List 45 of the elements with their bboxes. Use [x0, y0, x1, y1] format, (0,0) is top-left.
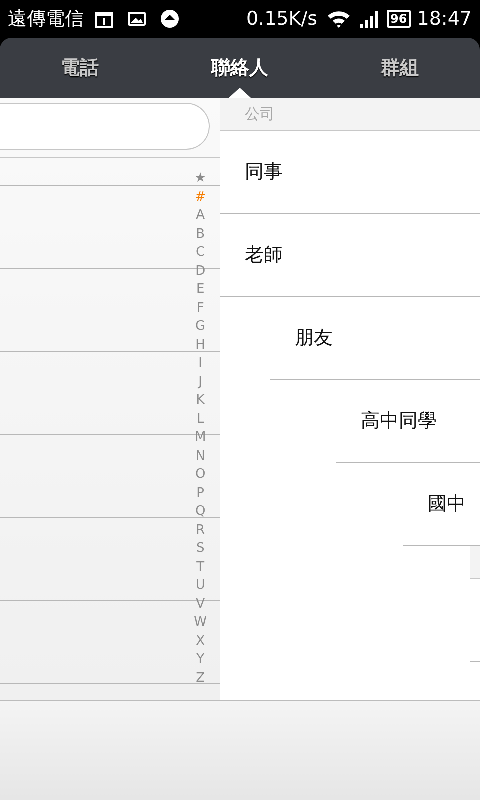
index-letter[interactable]: O — [195, 466, 206, 484]
index-letter[interactable]: N — [196, 448, 206, 466]
index-letter[interactable]: P — [196, 484, 204, 503]
calendar-icon — [94, 9, 114, 29]
index-letter[interactable]: J — [198, 374, 202, 392]
index-letter[interactable]: W — [194, 614, 207, 632]
index-letter[interactable]: Z — [196, 670, 206, 688]
index-letter[interactable]: T — [196, 558, 205, 577]
index-letter[interactable]: ★ — [194, 170, 206, 188]
index-letter[interactable]: L — [196, 410, 204, 429]
signal-icon — [358, 10, 379, 28]
index-letter[interactable]: R — [196, 522, 206, 540]
index-letter[interactable]: E — [196, 281, 205, 300]
group-name[interactable]: 同事 — [245, 158, 283, 186]
index-letter[interactable]: S — [196, 540, 205, 558]
index-letter[interactable]: H — [196, 336, 206, 355]
index-letter[interactable]: V — [196, 596, 206, 614]
index-letter[interactable]: A — [196, 207, 206, 226]
index-letter[interactable]: I — [198, 355, 202, 374]
wifi-icon — [326, 10, 351, 28]
group-name[interactable]: 高中同學 — [361, 406, 437, 436]
group-name[interactable]: 老師 — [245, 240, 283, 270]
index-letter[interactable]: G — [196, 318, 206, 336]
index-letter[interactable]: Y — [196, 651, 205, 670]
section-title: 公司 — [245, 104, 275, 125]
tab[interactable]: 電話 — [61, 54, 99, 82]
network-speed: 0.15K/s — [246, 6, 318, 32]
battery-icon: 96 — [386, 10, 412, 28]
index-letter[interactable]: F — [196, 300, 204, 318]
index-letter[interactable]: C — [196, 244, 206, 262]
image-icon — [127, 10, 147, 28]
index-letter[interactable]: Q — [195, 503, 206, 522]
carrier-name: 遠傳電信 — [8, 6, 84, 32]
group-name[interactable]: 國中 — [428, 490, 466, 518]
tab[interactable]: 群組 — [381, 54, 419, 82]
index-letter[interactable]: K — [196, 392, 205, 410]
search-field[interactable] — [0, 103, 210, 150]
group-name[interactable]: 朋友 — [295, 324, 333, 352]
index-letter[interactable]: # — [195, 188, 206, 207]
index-letter[interactable]: X — [196, 632, 206, 651]
upload-icon — [160, 9, 180, 29]
clock: 18:47 — [417, 6, 472, 32]
index-letter[interactable]: U — [196, 577, 206, 596]
tab[interactable]: 聯絡人 — [212, 54, 268, 82]
index-letter[interactable]: B — [196, 226, 206, 244]
